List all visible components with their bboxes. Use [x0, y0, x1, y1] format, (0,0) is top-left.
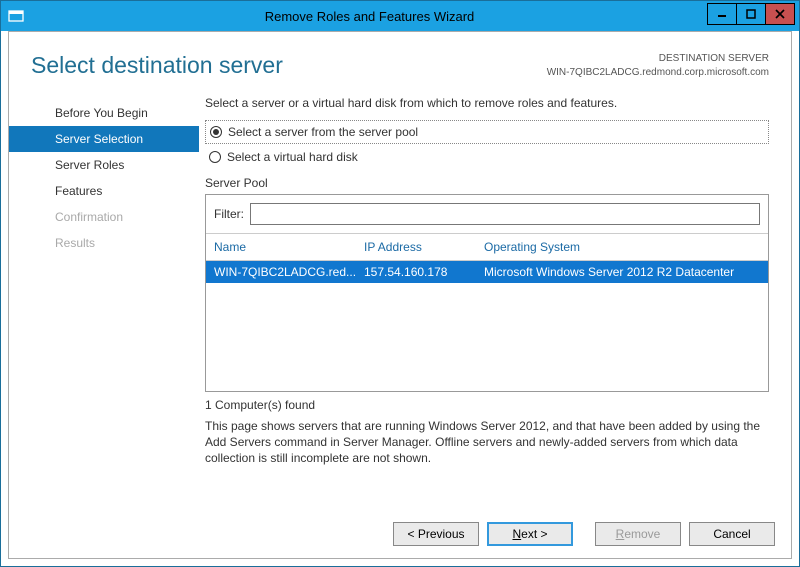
content-frame: Select destination server DESTINATION SE… — [8, 31, 792, 559]
nav-features[interactable]: Features — [9, 178, 199, 204]
nav-server-selection[interactable]: Server Selection — [9, 126, 199, 152]
app-icon — [1, 1, 31, 31]
footer-buttons: < Previous Next > Remove Cancel — [9, 510, 791, 558]
remove-button: Remove — [595, 522, 681, 546]
cell-name: WIN-7QIBC2LADCG.red... — [214, 265, 364, 279]
radio-server-pool-group: Select a server from the server pool — [205, 120, 769, 144]
computers-found: 1 Computer(s) found — [205, 398, 769, 412]
cancel-button[interactable]: Cancel — [689, 522, 775, 546]
col-name[interactable]: Name — [214, 240, 364, 254]
wizard-window: Remove Roles and Features Wizard Select … — [0, 0, 800, 567]
column-headers: Name IP Address Operating System — [206, 234, 768, 261]
nav-results: Results — [9, 230, 199, 256]
col-os[interactable]: Operating System — [484, 240, 760, 254]
radio-server-pool[interactable]: Select a server from the server pool — [210, 123, 764, 141]
page-header: Select destination server DESTINATION SE… — [9, 32, 791, 88]
server-grid: WIN-7QIBC2LADCG.red... 157.54.160.178 Mi… — [206, 261, 768, 391]
radio-server-pool-label: Select a server from the server pool — [228, 125, 418, 139]
server-pool-label: Server Pool — [205, 176, 769, 190]
cell-ip: 157.54.160.178 — [364, 265, 484, 279]
server-pool-box: Filter: Name IP Address Operating System… — [205, 194, 769, 392]
cell-os: Microsoft Windows Server 2012 R2 Datacen… — [484, 265, 760, 279]
title-bar: Remove Roles and Features Wizard — [1, 1, 799, 31]
body: Before You Begin Server Selection Server… — [9, 88, 791, 510]
window-title: Remove Roles and Features Wizard — [31, 9, 708, 24]
nav-confirmation: Confirmation — [9, 204, 199, 230]
page-description: This page shows servers that are running… — [205, 418, 769, 467]
minimize-button[interactable] — [707, 3, 737, 25]
page-title: Select destination server — [31, 52, 547, 79]
destination-server-block: DESTINATION SERVER WIN-7QIBC2LADCG.redmo… — [547, 52, 769, 80]
main-panel: Select a server or a virtual hard disk f… — [199, 88, 791, 510]
radio-vhd-label: Select a virtual hard disk — [227, 150, 358, 164]
filter-input[interactable] — [250, 203, 760, 225]
filter-bar: Filter: — [206, 195, 768, 234]
next-button[interactable]: Next > — [487, 522, 573, 546]
maximize-button[interactable] — [736, 3, 766, 25]
previous-button[interactable]: < Previous — [393, 522, 479, 546]
nav-before-you-begin[interactable]: Before You Begin — [9, 100, 199, 126]
radio-dot-icon — [210, 126, 222, 138]
destination-value: WIN-7QIBC2LADCG.redmond.corp.microsoft.c… — [547, 66, 769, 80]
nav-server-roles[interactable]: Server Roles — [9, 152, 199, 178]
step-nav: Before You Begin Server Selection Server… — [9, 88, 199, 510]
close-button[interactable] — [765, 3, 795, 25]
destination-label: DESTINATION SERVER — [547, 52, 769, 66]
filter-label: Filter: — [214, 207, 244, 221]
radio-dot-icon — [209, 151, 221, 163]
table-row[interactable]: WIN-7QIBC2LADCG.red... 157.54.160.178 Mi… — [206, 261, 768, 283]
col-ip[interactable]: IP Address — [364, 240, 484, 254]
radio-vhd[interactable]: Select a virtual hard disk — [205, 148, 769, 166]
instruction-text: Select a server or a virtual hard disk f… — [205, 96, 769, 110]
